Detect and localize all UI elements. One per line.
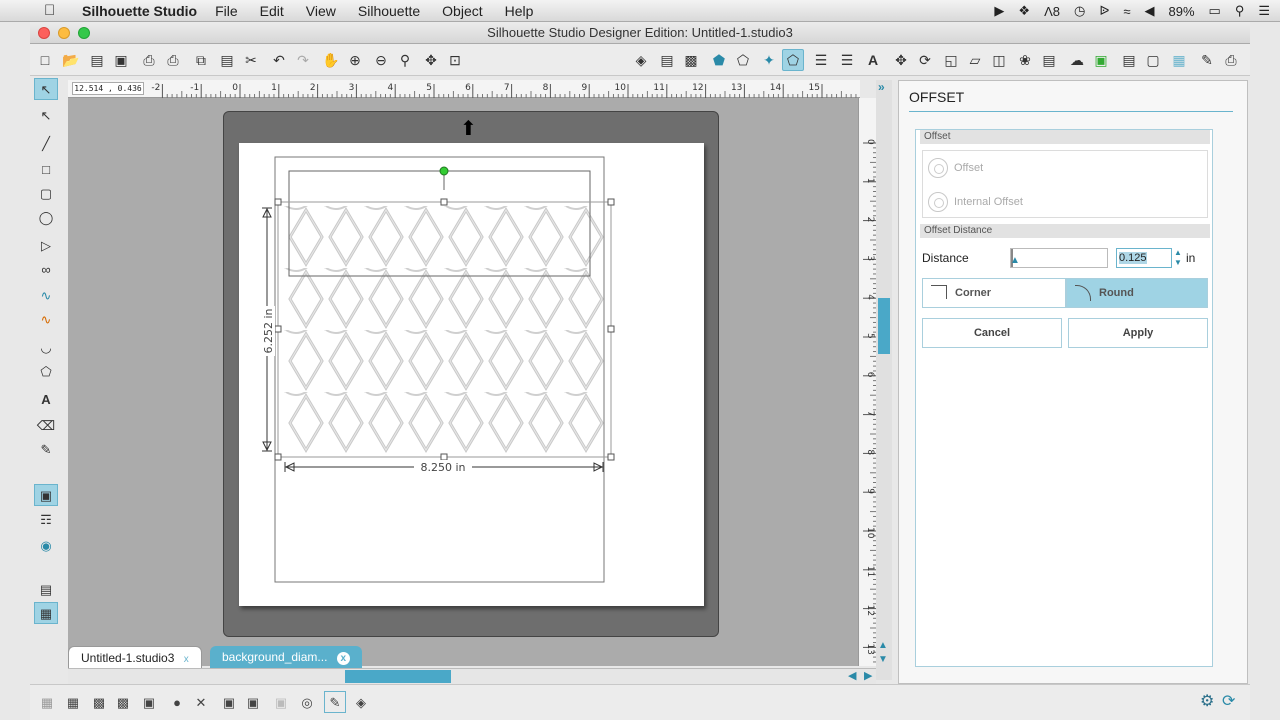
make-compound-icon[interactable]: ▩ xyxy=(88,691,110,713)
apply-button[interactable]: Apply xyxy=(1068,318,1208,348)
cancel-button[interactable]: Cancel xyxy=(922,318,1062,348)
wifi-icon[interactable]: ≈ xyxy=(1123,4,1130,19)
document-tabs: Untitled-1.studio3 x background_diam... … xyxy=(68,646,858,668)
lock-icon[interactable]: ▣ xyxy=(270,691,292,713)
panel-divider xyxy=(909,111,1233,112)
section-offset-distance: Offset Distance xyxy=(920,224,1210,238)
page-setup-icon[interactable]: ▤ xyxy=(1118,49,1140,71)
horizontal-scrollbar[interactable]: ◀ ▶ xyxy=(68,668,876,684)
scroll-right-icon[interactable]: ▶ xyxy=(864,669,872,682)
internal-offset-option[interactable]: Internal Offset xyxy=(928,192,1023,212)
video-icon[interactable]: ▶ xyxy=(994,3,1004,19)
vertical-scroll-thumb[interactable] xyxy=(878,298,890,354)
trace-shortcut-icon[interactable]: ✎ xyxy=(324,691,346,713)
send-to-back-icon[interactable]: ▣ xyxy=(242,691,264,713)
delete-icon[interactable]: ✕ xyxy=(190,691,212,713)
distance-input[interactable]: 0.125 xyxy=(1116,248,1172,268)
internal-offset-label: Internal Offset xyxy=(954,196,1023,208)
volume-icon[interactable]: ◀ xyxy=(1144,3,1154,19)
replicate-shortcut-icon[interactable]: ◈ xyxy=(350,691,372,713)
distance-unit: in xyxy=(1186,251,1196,265)
group-icon[interactable]: ▦ xyxy=(36,691,58,713)
status-area: ▶ ❖ Λ8 ◷ ᐉ ≈ ◀ 89% ▭ ⚲ ☰ xyxy=(994,0,1270,22)
offset-icon xyxy=(928,158,948,178)
scroll-left-icon[interactable]: ◀ xyxy=(848,669,856,682)
tab-label: Untitled-1.studio3 xyxy=(81,651,175,665)
release-compound-icon[interactable]: ▩ xyxy=(112,691,134,713)
cut-settings-icon[interactable]: ✎ xyxy=(1196,49,1218,71)
round-label: Round xyxy=(1099,287,1134,299)
bring-to-front-icon[interactable]: ▣ xyxy=(218,691,240,713)
align-icon[interactable]: ◫ xyxy=(988,49,1010,71)
design-overlay: 6.252 in 8.250 in xyxy=(261,156,615,583)
refresh-icon[interactable]: ⟳ xyxy=(1222,691,1235,711)
slider-thumb[interactable]: ▲ xyxy=(1010,255,1020,266)
distance-stepper[interactable]: ▲ ▼ xyxy=(1174,248,1182,268)
bottom-toolbar: ▦ ▦ ▩ ▩ ▣ ● ✕ ▣ ▣ ▣ ◎ ✎ ◈ ⚙ ⟳ xyxy=(30,684,1250,720)
status-number: 8 xyxy=(1052,3,1060,19)
battery-icon: ▭ xyxy=(1208,3,1221,18)
transform-icon[interactable]: ✥ xyxy=(890,49,912,71)
adobe-icon[interactable]: Λ8 xyxy=(1044,4,1060,19)
distance-slider[interactable]: ▲ xyxy=(1010,248,1108,268)
modify-icon[interactable]: ❀ xyxy=(1014,49,1036,71)
ungroup-icon[interactable]: ▦ xyxy=(62,691,84,713)
notification-icon[interactable]: ☰ xyxy=(1258,3,1270,19)
scroll-down-icon[interactable]: ▼ xyxy=(878,654,888,665)
collapse-panel-icon[interactable]: » xyxy=(878,80,885,94)
send-to-cutter-icon[interactable]: ⎙ xyxy=(1220,49,1242,71)
round-button[interactable]: Round xyxy=(1066,278,1208,308)
grid-icon[interactable]: ▦ xyxy=(1168,49,1190,71)
weld-icon[interactable]: ● xyxy=(166,691,188,713)
horizontal-scroll-thumb[interactable] xyxy=(345,670,451,683)
tab-label: background_diam... xyxy=(222,650,328,664)
ruler-tick-label: 13 xyxy=(865,643,875,654)
panel-title: OFFSET xyxy=(909,89,965,105)
rotate-icon[interactable]: ⟳ xyxy=(914,49,936,71)
scroll-up-icon[interactable]: ▲ xyxy=(878,640,888,651)
distance-label: Distance xyxy=(922,251,969,265)
bluetooth-icon[interactable]: ᐉ xyxy=(1099,3,1109,19)
section-offset: Offset xyxy=(920,130,1210,144)
corner-icon xyxy=(931,285,947,299)
width-label: 8.250 in xyxy=(420,461,465,474)
internal-offset-icon xyxy=(928,192,948,212)
registration-icon[interactable]: ▢ xyxy=(1142,49,1164,71)
round-icon xyxy=(1075,285,1091,301)
distance-value: 0.125 xyxy=(1119,252,1147,264)
tab-close-icon[interactable]: x xyxy=(336,652,350,665)
offset-option-label: Offset xyxy=(954,162,984,174)
rotate-handle[interactable] xyxy=(439,166,449,176)
bring-forward-icon[interactable]: ▣ xyxy=(138,691,160,713)
diamond-pattern-design[interactable] xyxy=(284,206,604,454)
offset-panel-body: Offset Offset Internal Offset Offset Dis… xyxy=(915,129,1213,667)
battery-percent[interactable]: 89% xyxy=(1168,4,1194,19)
settings-gear-icon[interactable]: ⚙ xyxy=(1200,691,1214,711)
panel-toggle-strip: » ▲ ▼ xyxy=(876,80,892,680)
offset-option[interactable]: Offset xyxy=(928,158,983,178)
tab-close-icon[interactable]: x xyxy=(184,654,189,665)
scale-icon[interactable]: ◱ xyxy=(940,49,962,71)
dropbox-icon[interactable]: ❖ xyxy=(1018,3,1030,19)
spotlight-icon[interactable]: ⚲ xyxy=(1235,3,1245,19)
offset-panel: OFFSET Offset Offset Internal Offset Off… xyxy=(898,80,1248,684)
corner-button[interactable]: Corner xyxy=(922,278,1066,308)
library-icon[interactable]: ☁ xyxy=(1066,49,1088,71)
corner-label: Corner xyxy=(955,287,992,299)
store-icon[interactable]: ▣ xyxy=(1090,49,1112,71)
knife-icon[interactable]: ▤ xyxy=(1038,49,1060,71)
shear-icon[interactable]: ▱ xyxy=(964,49,986,71)
offset-shortcut-icon[interactable]: ◎ xyxy=(296,691,318,713)
tab-untitled[interactable]: Untitled-1.studio3 x xyxy=(68,646,202,668)
time-machine-icon[interactable]: ◷ xyxy=(1074,3,1085,19)
height-label: 6.252 in xyxy=(262,308,275,353)
tab-background[interactable]: background_diam... x xyxy=(210,646,362,668)
